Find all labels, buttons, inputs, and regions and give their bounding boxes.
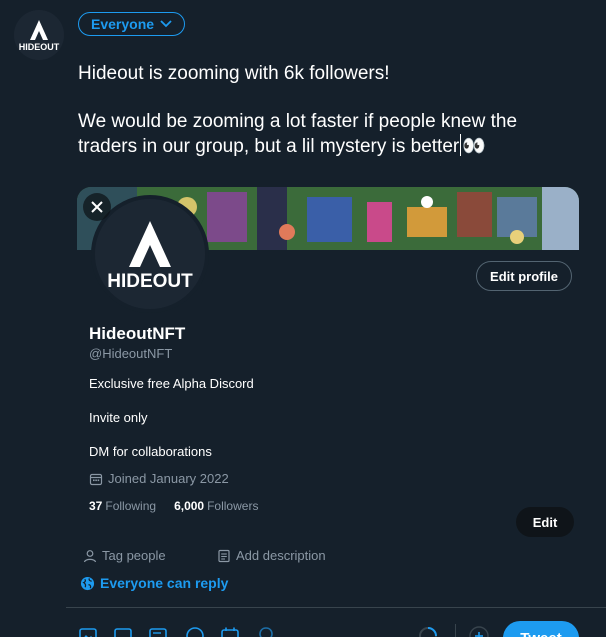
- profile-handle: @HideoutNFT: [89, 346, 173, 361]
- edit-profile-button[interactable]: Edit profile: [476, 261, 572, 291]
- calendar-icon: [89, 473, 103, 485]
- remove-card-button[interactable]: [83, 193, 111, 221]
- followers-stat[interactable]: 6,000 Followers: [174, 499, 258, 513]
- bio-line: DM for collaborations: [89, 444, 212, 459]
- tag-people-button[interactable]: Tag people: [83, 548, 166, 563]
- tag-people-label: Tag people: [102, 548, 166, 563]
- logo-text: HIDEOUT: [19, 42, 60, 52]
- add-thread-icon[interactable]: [469, 626, 489, 637]
- bio-line: Exclusive free Alpha Discord: [89, 376, 254, 391]
- following-label: Following: [105, 499, 157, 513]
- composer-avatar[interactable]: HIDEOUT: [14, 10, 64, 60]
- emoji-icon[interactable]: [185, 626, 205, 637]
- tweet-text-input[interactable]: Hideout is zooming with 6k followers! We…: [78, 62, 578, 183]
- followers-label: Followers: [207, 499, 259, 513]
- gif-icon[interactable]: [113, 626, 133, 637]
- add-description-button[interactable]: Add description: [217, 548, 326, 563]
- eyes-emoji: 👀: [462, 136, 486, 157]
- logo-text: HIDEOUT: [107, 271, 193, 292]
- poll-icon[interactable]: [148, 626, 168, 637]
- document-icon: [218, 549, 230, 562]
- joined-text: Joined January 2022: [108, 471, 229, 486]
- profile-stats: 37 Following 6,000 Followers: [89, 499, 258, 513]
- reply-setting-label: Everyone can reply: [100, 575, 229, 591]
- person-icon: [83, 549, 97, 562]
- divider: [66, 607, 606, 608]
- media-icon[interactable]: [78, 626, 98, 637]
- tweet-line-1: Hideout is zooming with 6k followers!: [78, 63, 390, 84]
- close-icon: [91, 201, 103, 213]
- hideout-logo-icon: HIDEOUT: [14, 10, 64, 60]
- tweet-line-2: We would be zooming a lot faster if peop…: [78, 110, 578, 159]
- audience-selector-button[interactable]: Everyone: [78, 12, 186, 36]
- character-count-ring-icon: [419, 627, 437, 637]
- tweet-button[interactable]: Tweet: [503, 621, 579, 637]
- chevron-down-icon: [160, 20, 172, 28]
- audience-label: Everyone: [91, 16, 155, 32]
- followers-count: 6,000: [174, 499, 205, 513]
- joined-date: Joined January 2022: [89, 471, 229, 486]
- reply-setting-button[interactable]: Everyone can reply: [80, 575, 228, 591]
- profile-name: HideoutNFT: [89, 324, 186, 343]
- schedule-icon[interactable]: [220, 626, 240, 637]
- bio-line: Invite only: [89, 410, 148, 425]
- globe-icon: [80, 576, 95, 590]
- profile-card-attachment: HIDEOUT Edit profile HideoutNFT @Hideout…: [77, 187, 579, 570]
- tweet-line-2-text: We would be zooming a lot faster if peop…: [78, 111, 523, 157]
- toolbar-separator: [455, 624, 456, 637]
- add-description-label: Add description: [236, 548, 326, 563]
- location-icon[interactable]: [256, 626, 276, 637]
- hideout-logo-icon: HIDEOUT: [95, 199, 205, 309]
- following-stat[interactable]: 37 Following: [89, 499, 156, 513]
- edit-button[interactable]: Edit: [516, 507, 574, 537]
- following-count: 37: [89, 499, 103, 513]
